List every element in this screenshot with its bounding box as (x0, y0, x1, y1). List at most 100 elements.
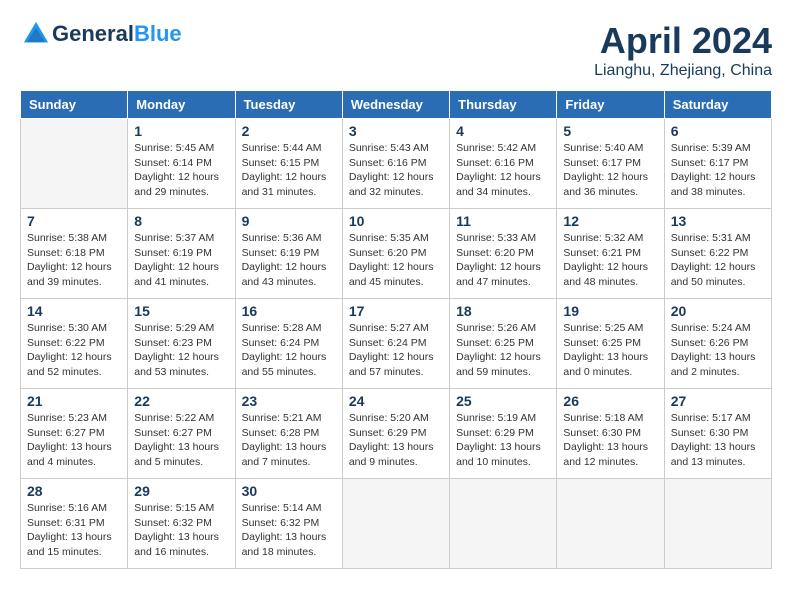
day-number: 7 (27, 213, 121, 229)
week-row-3: 14 Sunrise: 5:30 AMSunset: 6:22 PMDayligh… (21, 299, 772, 389)
day-info: Sunrise: 5:44 AMSunset: 6:15 PMDaylight:… (242, 141, 336, 200)
calendar-cell: 25Sunrise: 5:19 AMSunset: 6:29 PMDayligh… (450, 389, 557, 479)
day-info: Sunrise: 5:27 AMSunset: 6:24 PMDaylight:… (349, 321, 443, 380)
header-wednesday: Wednesday (342, 91, 449, 119)
day-number: 27 (671, 393, 765, 409)
day-info: Sunrise: 5:21 AMSunset: 6:28 PMDaylight:… (242, 411, 336, 470)
day-info: Sunrise: 5:14 AMSunset: 6:32 PMDaylight:… (242, 501, 336, 560)
day-number: 4 (456, 123, 550, 139)
week-row-5: 28 Sunrise: 5:16 AMSunset: 6:31 PMDayligh… (21, 479, 772, 569)
day-number: 25 (456, 393, 550, 409)
day-info: Sunrise: 5:18 AMSunset: 6:30 PMDaylight:… (563, 411, 657, 470)
day-info: Sunrise: 5:31 AMSunset: 6:22 PMDaylight:… (671, 231, 765, 290)
day-info: Sunrise: 5:17 AMSunset: 6:30 PMDaylight:… (671, 411, 765, 470)
day-number: 1 (134, 123, 228, 139)
logo: GeneralBlue (20, 20, 182, 48)
day-info: Sunrise: 5:30 AMSunset: 6:22 PMDaylight:… (27, 321, 121, 380)
header-sunday: Sunday (21, 91, 128, 119)
day-number: 8 (134, 213, 228, 229)
day-number: 11 (456, 213, 550, 229)
calendar-cell: 12 Sunrise: 5:32 AMSunset: 6:21 PMDayligh… (557, 209, 664, 299)
day-number: 18 (456, 303, 550, 319)
day-info: Sunrise: 5:43 AMSunset: 6:16 PMDaylight:… (349, 141, 443, 200)
calendar-cell: 10 Sunrise: 5:35 AMSunset: 6:20 PMDayligh… (342, 209, 449, 299)
day-info: Sunrise: 5:38 AMSunset: 6:18 PMDaylight:… (27, 231, 121, 290)
month-title: April 2024 (594, 20, 772, 62)
day-info: Sunrise: 5:29 AMSunset: 6:23 PMDaylight:… (134, 321, 228, 380)
day-info: Sunrise: 5:23 AMSunset: 6:27 PMDaylight:… (27, 411, 121, 470)
day-number: 12 (563, 213, 657, 229)
calendar-cell: 15 Sunrise: 5:29 AMSunset: 6:23 PMDayligh… (128, 299, 235, 389)
calendar-cell: 19 Sunrise: 5:25 AMSunset: 6:25 PMDayligh… (557, 299, 664, 389)
day-info: Sunrise: 5:32 AMSunset: 6:21 PMDaylight:… (563, 231, 657, 290)
calendar-cell: 16 Sunrise: 5:28 AMSunset: 6:24 PMDayligh… (235, 299, 342, 389)
day-info: Sunrise: 5:37 AMSunset: 6:19 PMDaylight:… (134, 231, 228, 290)
day-number: 6 (671, 123, 765, 139)
calendar-cell: 18Sunrise: 5:26 AMSunset: 6:25 PMDayligh… (450, 299, 557, 389)
day-info: Sunrise: 5:22 AMSunset: 6:27 PMDaylight:… (134, 411, 228, 470)
day-number: 14 (27, 303, 121, 319)
day-number: 21 (27, 393, 121, 409)
calendar-cell (450, 479, 557, 569)
day-info: Sunrise: 5:42 AMSunset: 6:16 PMDaylight:… (456, 141, 550, 200)
calendar-cell: 9 Sunrise: 5:36 AMSunset: 6:19 PMDaylight… (235, 209, 342, 299)
logo-text: GeneralBlue (52, 22, 182, 46)
day-number: 16 (242, 303, 336, 319)
day-number: 17 (349, 303, 443, 319)
logo-icon (22, 20, 50, 48)
calendar-cell: 1 Sunrise: 5:45 AMSunset: 6:14 PMDaylight… (128, 119, 235, 209)
day-number: 2 (242, 123, 336, 139)
day-number: 19 (563, 303, 657, 319)
calendar-cell: 24Sunrise: 5:20 AMSunset: 6:29 PMDayligh… (342, 389, 449, 479)
day-info: Sunrise: 5:40 AMSunset: 6:17 PMDaylight:… (563, 141, 657, 200)
title-block: April 2024 Lianghu, Zhejiang, China (594, 20, 772, 80)
calendar-cell: 8 Sunrise: 5:37 AMSunset: 6:19 PMDaylight… (128, 209, 235, 299)
calendar-cell: 2 Sunrise: 5:44 AMSunset: 6:15 PMDaylight… (235, 119, 342, 209)
location: Lianghu, Zhejiang, China (594, 62, 772, 80)
day-number: 9 (242, 213, 336, 229)
day-number: 3 (349, 123, 443, 139)
day-info: Sunrise: 5:15 AMSunset: 6:32 PMDaylight:… (134, 501, 228, 560)
day-info: Sunrise: 5:33 AMSunset: 6:20 PMDaylight:… (456, 231, 550, 290)
header-friday: Friday (557, 91, 664, 119)
calendar-cell (21, 119, 128, 209)
day-number: 13 (671, 213, 765, 229)
header-thursday: Thursday (450, 91, 557, 119)
day-number: 23 (242, 393, 336, 409)
calendar-cell: 5 Sunrise: 5:40 AMSunset: 6:17 PMDaylight… (557, 119, 664, 209)
day-info: Sunrise: 5:24 AMSunset: 6:26 PMDaylight:… (671, 321, 765, 380)
calendar-cell: 7 Sunrise: 5:38 AMSunset: 6:18 PMDaylight… (21, 209, 128, 299)
calendar: SundayMondayTuesdayWednesdayThursdayFrid… (20, 90, 772, 569)
day-info: Sunrise: 5:16 AMSunset: 6:31 PMDaylight:… (27, 501, 121, 560)
calendar-cell: 28 Sunrise: 5:16 AMSunset: 6:31 PMDayligh… (21, 479, 128, 569)
day-info: Sunrise: 5:28 AMSunset: 6:24 PMDaylight:… (242, 321, 336, 380)
day-info: Sunrise: 5:36 AMSunset: 6:19 PMDaylight:… (242, 231, 336, 290)
calendar-cell (342, 479, 449, 569)
day-number: 20 (671, 303, 765, 319)
calendar-cell: 11 Sunrise: 5:33 AMSunset: 6:20 PMDayligh… (450, 209, 557, 299)
calendar-cell: 21 Sunrise: 5:23 AMSunset: 6:27 PMDayligh… (21, 389, 128, 479)
calendar-cell: 20 Sunrise: 5:24 AMSunset: 6:26 PMDayligh… (664, 299, 771, 389)
calendar-cell: 6Sunrise: 5:39 AMSunset: 6:17 PMDaylight… (664, 119, 771, 209)
day-info: Sunrise: 5:25 AMSunset: 6:25 PMDaylight:… (563, 321, 657, 380)
day-number: 22 (134, 393, 228, 409)
day-number: 29 (134, 483, 228, 499)
calendar-cell (664, 479, 771, 569)
calendar-cell: 29 Sunrise: 5:15 AMSunset: 6:32 PMDayligh… (128, 479, 235, 569)
day-number: 28 (27, 483, 121, 499)
day-number: 30 (242, 483, 336, 499)
day-number: 15 (134, 303, 228, 319)
day-info: Sunrise: 5:45 AMSunset: 6:14 PMDaylight:… (134, 141, 228, 200)
calendar-cell: 30 Sunrise: 5:14 AMSunset: 6:32 PMDayligh… (235, 479, 342, 569)
day-number: 10 (349, 213, 443, 229)
day-number: 5 (563, 123, 657, 139)
week-row-4: 21 Sunrise: 5:23 AMSunset: 6:27 PMDayligh… (21, 389, 772, 479)
calendar-cell: 27 Sunrise: 5:17 AMSunset: 6:30 PMDayligh… (664, 389, 771, 479)
week-row-1: 1 Sunrise: 5:45 AMSunset: 6:14 PMDaylight… (21, 119, 772, 209)
calendar-cell: 3 Sunrise: 5:43 AMSunset: 6:16 PMDaylight… (342, 119, 449, 209)
day-info: Sunrise: 5:35 AMSunset: 6:20 PMDaylight:… (349, 231, 443, 290)
calendar-cell: 23 Sunrise: 5:21 AMSunset: 6:28 PMDayligh… (235, 389, 342, 479)
calendar-header-row: SundayMondayTuesdayWednesdayThursdayFrid… (21, 91, 772, 119)
calendar-cell: 22 Sunrise: 5:22 AMSunset: 6:27 PMDayligh… (128, 389, 235, 479)
calendar-cell: 14 Sunrise: 5:30 AMSunset: 6:22 PMDayligh… (21, 299, 128, 389)
